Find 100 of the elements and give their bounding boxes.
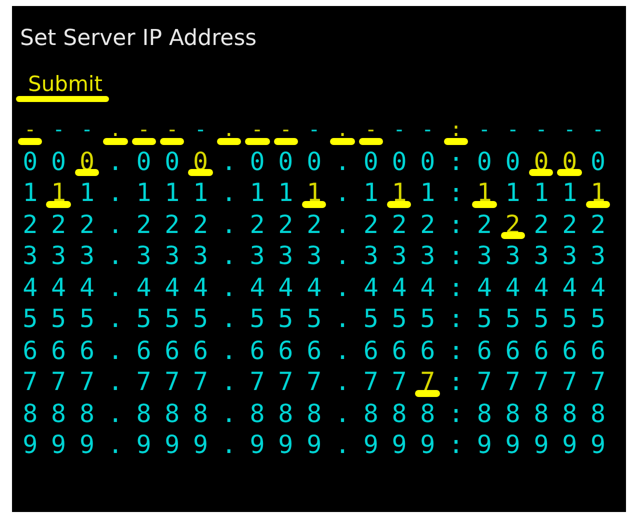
digit-option[interactable]: 1	[356, 177, 386, 208]
digit-option[interactable]: 7	[356, 366, 386, 398]
digit-option[interactable]: 5	[356, 303, 386, 334]
digit-option[interactable]: 0	[413, 146, 442, 177]
digit-option[interactable]: 9	[16, 429, 44, 460]
digit-option[interactable]: 2	[356, 208, 386, 240]
digit-option[interactable]: 2	[527, 208, 556, 240]
digit-option[interactable]: 7	[72, 366, 102, 398]
digit-option[interactable]: 1	[555, 177, 584, 208]
digit-option[interactable]: 8	[356, 398, 386, 429]
digit-option[interactable]: 2	[44, 208, 73, 240]
digit-option[interactable]: 7	[186, 366, 215, 398]
digit-option[interactable]: 5	[272, 303, 300, 334]
digit-option[interactable]: 3	[72, 240, 102, 272]
digit-option[interactable]: 6	[356, 334, 386, 366]
digit-option[interactable]: 4	[527, 272, 556, 303]
digit-option[interactable]: 9	[44, 429, 73, 460]
digit-option[interactable]: 9	[272, 429, 300, 460]
digit-option[interactable]: 1	[243, 177, 272, 208]
digit-option[interactable]: 5	[470, 303, 499, 334]
digit-option[interactable]: 3	[498, 240, 528, 272]
digit-option[interactable]: 8	[300, 398, 328, 429]
digit-option[interactable]: 5	[130, 303, 158, 334]
digit-option[interactable]: 3	[356, 240, 386, 272]
digit-option[interactable]: 8	[498, 398, 528, 429]
digit-option[interactable]: 9	[385, 429, 414, 460]
digit-option[interactable]: 8	[555, 398, 584, 429]
digit-option[interactable]: 2	[413, 208, 442, 240]
digit-option[interactable]: 0	[16, 146, 44, 177]
digit-option[interactable]: 4	[243, 272, 272, 303]
digit-option[interactable]: 1	[130, 177, 158, 208]
digit-option[interactable]: 1	[300, 177, 328, 208]
digit-option[interactable]: 7	[470, 366, 499, 398]
digit-option[interactable]: 5	[72, 303, 102, 334]
digit-option[interactable]: 7	[300, 366, 328, 398]
digit-option[interactable]: 6	[186, 334, 215, 366]
digit-option[interactable]: 1	[72, 177, 102, 208]
digit-option[interactable]: 9	[130, 429, 158, 460]
digit-option[interactable]: 0	[44, 146, 73, 177]
digit-option[interactable]: 3	[272, 240, 300, 272]
digit-option[interactable]: 8	[272, 398, 300, 429]
digit-option[interactable]: 7	[272, 366, 300, 398]
digit-option[interactable]: 8	[186, 398, 215, 429]
digit-option[interactable]: 9	[243, 429, 272, 460]
digit-option[interactable]: 5	[385, 303, 414, 334]
digit-option[interactable]: 4	[72, 272, 102, 303]
digit-option[interactable]: 8	[413, 398, 442, 429]
digit-option[interactable]: 7	[16, 366, 44, 398]
digit-option[interactable]: 4	[584, 272, 612, 303]
digit-option[interactable]: 6	[44, 334, 73, 366]
digit-option[interactable]: 6	[72, 334, 102, 366]
digit-option[interactable]: 0	[130, 146, 158, 177]
digit-option[interactable]: 7	[555, 366, 584, 398]
digit-option[interactable]: 5	[527, 303, 556, 334]
digit-option[interactable]: 9	[72, 429, 102, 460]
digit-option[interactable]: 5	[16, 303, 44, 334]
digit-option[interactable]: 2	[186, 208, 215, 240]
digit-option[interactable]: 7	[243, 366, 272, 398]
digit-option[interactable]: 0	[158, 146, 186, 177]
digit-option[interactable]: 5	[300, 303, 328, 334]
digit-option[interactable]: 1	[44, 177, 73, 208]
digit-option[interactable]: 3	[300, 240, 328, 272]
digit-option[interactable]: 1	[584, 177, 612, 208]
digit-option[interactable]: 4	[385, 272, 414, 303]
digit-option[interactable]: 1	[385, 177, 414, 208]
digit-option[interactable]: 3	[16, 240, 44, 272]
digit-option[interactable]: 2	[555, 208, 584, 240]
digit-option[interactable]: 3	[584, 240, 612, 272]
digit-option[interactable]: 3	[413, 240, 442, 272]
digit-option[interactable]: 3	[158, 240, 186, 272]
digit-option[interactable]: 6	[16, 334, 44, 366]
digit-option[interactable]: 4	[498, 272, 528, 303]
digit-option[interactable]: 5	[584, 303, 612, 334]
digit-option[interactable]: 3	[44, 240, 73, 272]
digit-option[interactable]: 9	[186, 429, 215, 460]
digit-option[interactable]: 2	[385, 208, 414, 240]
digit-option[interactable]: 2	[584, 208, 612, 240]
digit-option[interactable]: 7	[527, 366, 556, 398]
digit-option[interactable]: 0	[356, 146, 386, 177]
digit-option[interactable]: 6	[158, 334, 186, 366]
digit-option[interactable]: 3	[470, 240, 499, 272]
digit-option[interactable]: 8	[130, 398, 158, 429]
digit-option[interactable]: 0	[498, 146, 528, 177]
digit-option[interactable]: 6	[385, 334, 414, 366]
digit-option[interactable]: 6	[413, 334, 442, 366]
digit-option[interactable]: 0	[584, 146, 612, 177]
digit-option[interactable]: 9	[470, 429, 499, 460]
digit-option[interactable]: 8	[16, 398, 44, 429]
digit-option[interactable]: 8	[584, 398, 612, 429]
digit-option[interactable]: 2	[72, 208, 102, 240]
digit-option[interactable]: 7	[130, 366, 158, 398]
digit-option[interactable]: 0	[300, 146, 328, 177]
digit-option[interactable]: 6	[243, 334, 272, 366]
digit-option[interactable]: 3	[130, 240, 158, 272]
digit-option[interactable]: 9	[498, 429, 528, 460]
digit-option[interactable]: 0	[272, 146, 300, 177]
digit-option[interactable]: 7	[413, 366, 442, 398]
digit-option[interactable]: 4	[356, 272, 386, 303]
digit-option[interactable]: 9	[413, 429, 442, 460]
digit-option[interactable]: 1	[272, 177, 300, 208]
